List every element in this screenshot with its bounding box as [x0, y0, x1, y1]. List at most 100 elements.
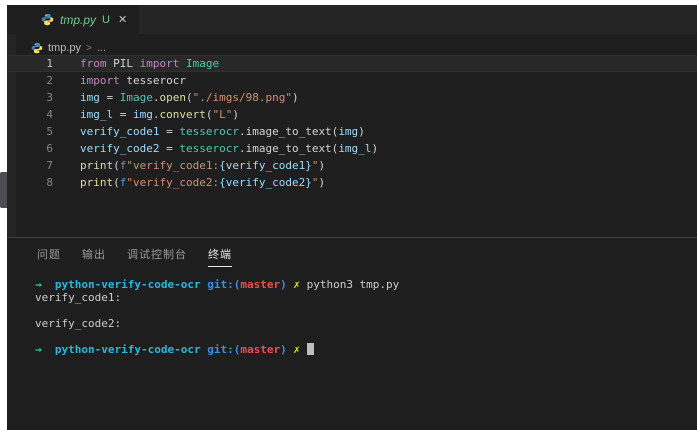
code-text: img = Image.open("./imgs/98.png") [80, 89, 299, 106]
terminal-token-plain [300, 343, 307, 356]
panel-tab-2[interactable]: 调试控制台 [127, 242, 187, 266]
token-str: "verify_code1: [126, 159, 220, 172]
token-var: img_l [80, 108, 114, 121]
code-text: img_l = img.convert("L") [80, 106, 239, 123]
terminal-line-0: → python-verify-code-ocr git:(master) ✗ … [35, 278, 697, 291]
code-line-5[interactable]: 5 verify_code1 = tesserocr.image_to_text(… [7, 123, 697, 140]
token-plain: ) [318, 159, 326, 172]
line-number: 4 [46, 108, 53, 121]
terminal-token-arrow: → [35, 343, 42, 356]
terminal-token-branch: master [240, 278, 281, 291]
terminal-token-plain [300, 278, 307, 291]
code-line-2[interactable]: 2 import tesserocr [7, 72, 697, 89]
token-plain: = [113, 108, 133, 121]
token-plain: ( [113, 159, 120, 172]
code-line-1[interactable]: 1 from PIL import Image [7, 55, 697, 72]
python-file-icon [41, 13, 54, 26]
terminal-token-plain: python3 tmp.py [306, 278, 400, 291]
token-plain: = [159, 125, 180, 138]
breadcrumb-file[interactable]: tmp.py [48, 42, 81, 54]
terminal-line-2 [35, 304, 697, 317]
code-text: print(f"verify_code1:{verify_code1}") [80, 157, 325, 174]
token-var: img [338, 125, 359, 138]
code-line-8[interactable]: 8 print(f"verify_code2:{verify_code2}") [7, 174, 697, 191]
breadcrumb-ellipsis[interactable]: ... [97, 42, 106, 54]
token-var: img [80, 91, 100, 104]
token-var: {verify_code1} [219, 159, 312, 172]
token-kw: from [80, 57, 107, 70]
panel-tab-3[interactable]: 终端 [208, 242, 232, 267]
token-cls: Image [119, 91, 153, 104]
line-number: 8 [46, 176, 53, 189]
code-text: print(f"verify_code2:{verify_code2}") [80, 174, 325, 191]
token-fn: convert [159, 108, 206, 121]
terminal-token-branch: master [240, 343, 281, 356]
line-number: 6 [46, 142, 53, 155]
git-untracked-badge: U [102, 13, 110, 26]
terminal-token-err: ✗ [293, 343, 300, 356]
token-str: "L" [212, 108, 233, 121]
code-line-7[interactable]: 7 print(f"verify_code1:{verify_code1}") [7, 157, 697, 174]
token-plain: . [152, 108, 160, 121]
breadcrumb-separator-icon: > [86, 42, 92, 54]
terminal-line-1: verify_code1: [35, 291, 697, 304]
token-plain: ( [113, 176, 120, 189]
token-var: verify_code1 [80, 125, 160, 138]
terminal-line-3: verify_code2: [35, 317, 697, 330]
token-fn: print [80, 159, 114, 172]
token-plain: .image_to_text( [238, 125, 339, 138]
token-kw: import [80, 74, 120, 87]
terminal-token-plain: verify_code1: [35, 291, 122, 304]
tab-file-name: tmp.py [60, 12, 97, 27]
token-kw: import [139, 57, 180, 70]
terminal-token-git: git:( [207, 343, 241, 356]
code-line-4[interactable]: 4 img_l = img.convert("L") [7, 106, 697, 123]
panel-tab-bar: 问题 输出 调试控制台 终端 [7, 238, 697, 270]
token-var: {verify_code2} [219, 176, 312, 189]
token-cls: tesserocr [179, 142, 239, 155]
token-var: img [133, 108, 153, 121]
terminal-token-git: ) [280, 343, 287, 356]
terminal-line-5: → python-verify-code-ocr git:(master) ✗ [35, 343, 697, 356]
line-number: 1 [46, 57, 53, 70]
token-plain: . [152, 91, 160, 104]
terminal-output[interactable]: → python-verify-code-ocr git:(master) ✗ … [35, 278, 697, 356]
code-line-3[interactable]: 3 img = Image.open("./imgs/98.png") [7, 89, 697, 106]
terminal-token-arrow: → [35, 278, 42, 291]
terminal-token-dir: python-verify-code-ocr [54, 278, 201, 291]
token-str: "verify_code2: [126, 176, 220, 189]
line-number: 5 [46, 125, 53, 138]
code-line-6[interactable]: 6 verify_code2 = tesserocr.image_to_text(… [7, 140, 697, 157]
code-text: import tesserocr [80, 72, 186, 89]
terminal-token-plain: verify_code2: [35, 317, 122, 330]
terminal-cursor [306, 343, 314, 355]
terminal-token-plain [42, 343, 55, 356]
token-plain: ) [291, 91, 299, 104]
terminal-token-git: git:( [207, 278, 241, 291]
terminal-token-err: ✗ [293, 278, 300, 291]
token-var: verify_code2 [80, 142, 160, 155]
token-plain: = [159, 142, 180, 155]
token-plain: PIL [106, 57, 140, 70]
close-icon[interactable]: ✕ [116, 13, 129, 26]
code-editor[interactable]: 1 from PIL import Image 2 import tesserocr 3… [7, 55, 697, 237]
panel-tab-1[interactable]: 输出 [82, 242, 106, 266]
token-plain: ) [232, 108, 239, 121]
terminal-line-4 [35, 330, 697, 343]
token-str: "./imgs/98.png" [192, 91, 292, 104]
token-plain: ) [318, 176, 326, 189]
panel-tab-0[interactable]: 问题 [37, 242, 61, 266]
tab-tmp-py[interactable]: tmp.py U ✕ [7, 5, 140, 34]
token-plain: .image_to_text( [238, 142, 339, 155]
terminal-token-git: ) [280, 278, 287, 291]
token-cls: Image [186, 57, 220, 70]
code-text: from PIL import Image [80, 55, 219, 72]
token-var: img_l [338, 142, 372, 155]
line-number: 3 [46, 91, 53, 104]
token-plain: ) [358, 125, 365, 138]
token-fn: open [159, 91, 187, 104]
token-plain: ( [186, 91, 193, 104]
token-fn: print [80, 176, 114, 189]
code-text: verify_code1 = tesserocr.image_to_text(i… [80, 123, 365, 140]
